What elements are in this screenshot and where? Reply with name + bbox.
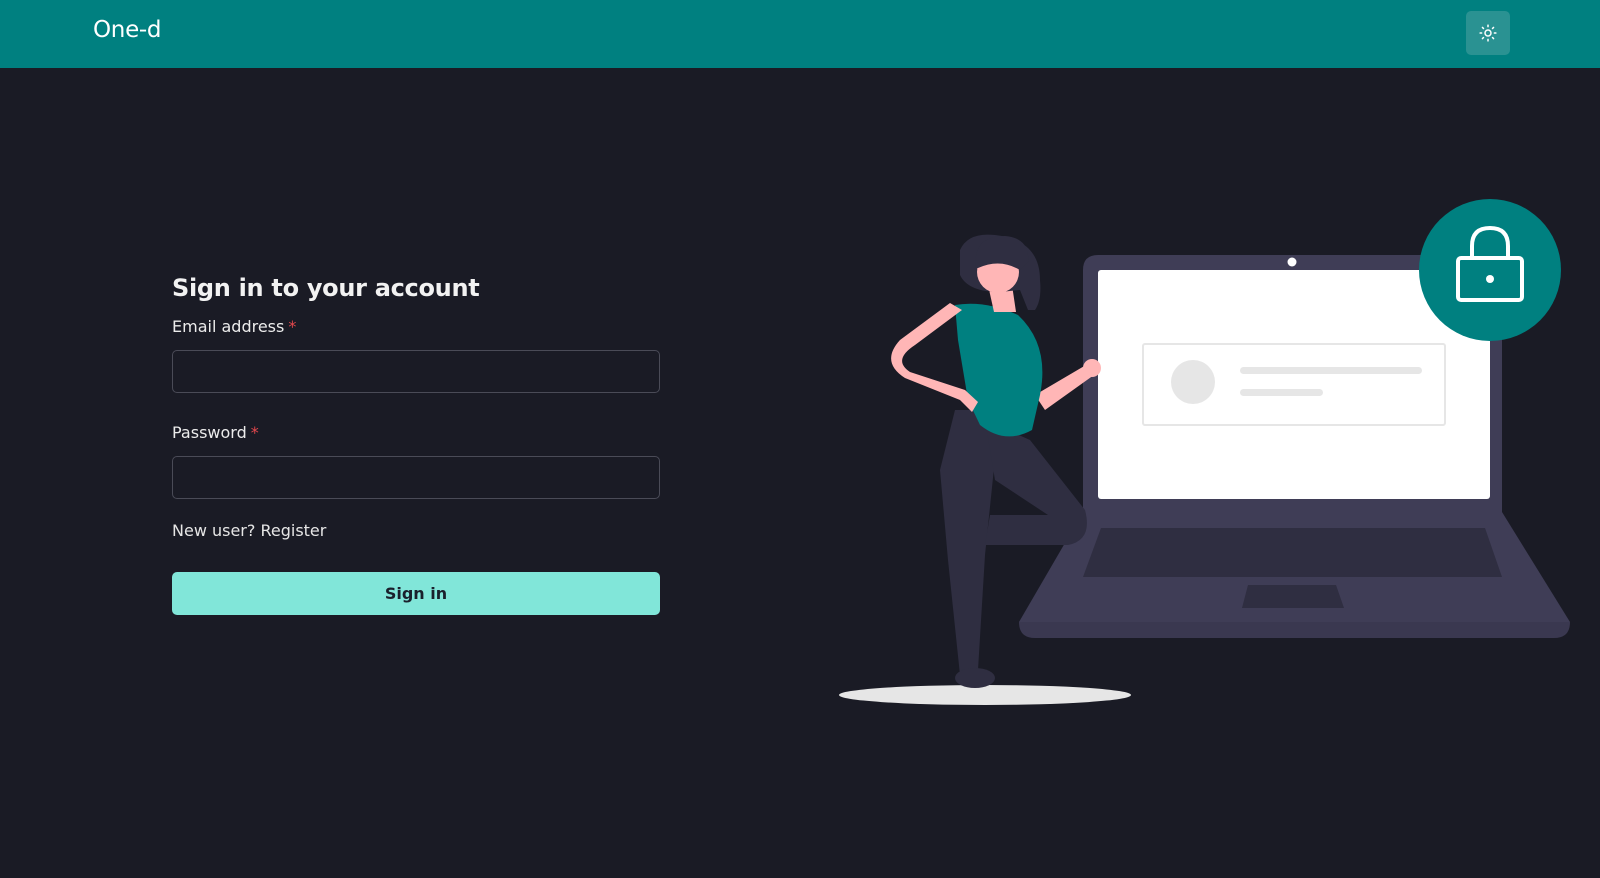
lock-icon — [1419, 199, 1561, 341]
required-marker: * — [288, 317, 297, 336]
top-navbar: One-d — [0, 0, 1600, 68]
password-label: Password * — [172, 422, 660, 444]
password-label-text: Password — [172, 423, 247, 442]
register-prompt-text: New user? — [172, 521, 256, 540]
sun-icon — [1479, 24, 1497, 42]
theme-toggle-button[interactable] — [1466, 11, 1510, 55]
email-label: Email address * — [172, 316, 660, 338]
login-illustration — [839, 199, 1570, 705]
required-marker: * — [250, 423, 259, 442]
sign-in-button[interactable]: Sign in — [172, 572, 660, 615]
register-link[interactable]: Register — [260, 521, 326, 540]
brand-logo-text[interactable]: One-d — [93, 17, 162, 43]
register-prompt: New user? Register — [172, 520, 660, 542]
login-form: Sign in to your account Email address * P… — [172, 270, 660, 615]
floor-shadow — [839, 685, 1131, 705]
page-title: Sign in to your account — [172, 274, 480, 302]
email-input[interactable] — [172, 350, 660, 393]
email-label-text: Email address — [172, 317, 285, 336]
password-input[interactable] — [172, 456, 660, 499]
